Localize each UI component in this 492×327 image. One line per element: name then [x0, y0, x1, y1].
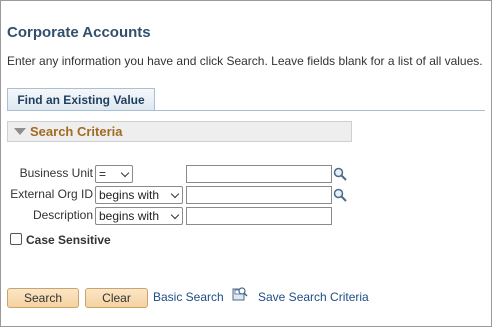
business-unit-lookup-icon[interactable]: [333, 167, 347, 181]
description-operator-value: begins with: [99, 209, 160, 223]
search-button[interactable]: Search: [7, 288, 79, 308]
external-org-id-label: External Org ID: [10, 187, 93, 201]
save-search-criteria-link[interactable]: Save Search Criteria: [258, 290, 369, 304]
search-criteria-label: Search Criteria: [30, 124, 123, 139]
chevron-down-icon: [170, 189, 180, 199]
business-unit-operator-select[interactable]: =: [95, 165, 133, 183]
case-sensitive-checkbox[interactable]: [10, 233, 22, 245]
external-org-id-input[interactable]: [186, 186, 332, 204]
save-search-icon[interactable]: [232, 286, 248, 302]
field-row-external-org-id: External Org ID begins with: [7, 186, 352, 204]
collapse-triangle-icon[interactable]: [14, 128, 26, 135]
chevron-down-icon: [170, 210, 180, 220]
external-org-id-operator-value: begins with: [99, 188, 160, 202]
page-instructions: Enter any information you have and click…: [7, 54, 483, 68]
page-frame: [0, 0, 492, 327]
business-unit-input[interactable]: [186, 165, 332, 183]
field-row-business-unit: Business Unit =: [7, 165, 352, 183]
chevron-down-icon: [120, 168, 130, 178]
tab-divider: [7, 110, 485, 111]
description-label: Description: [32, 208, 93, 222]
case-sensitive-label[interactable]: Case Sensitive: [26, 233, 111, 247]
tab-find-existing-value[interactable]: Find an Existing Value: [7, 88, 155, 111]
page-title: Corporate Accounts: [7, 24, 151, 41]
clear-button[interactable]: Clear: [85, 288, 148, 308]
business-unit-label: Business Unit: [19, 166, 93, 180]
business-unit-operator-value: =: [99, 167, 107, 181]
external-org-id-lookup-icon[interactable]: [333, 188, 347, 202]
description-input[interactable]: [186, 207, 332, 225]
search-criteria-header[interactable]: Search Criteria: [7, 121, 352, 142]
basic-search-link[interactable]: Basic Search: [153, 290, 224, 304]
external-org-id-operator-select[interactable]: begins with: [95, 186, 183, 204]
field-row-description: Description begins with: [7, 207, 352, 225]
description-operator-select[interactable]: begins with: [95, 207, 183, 225]
